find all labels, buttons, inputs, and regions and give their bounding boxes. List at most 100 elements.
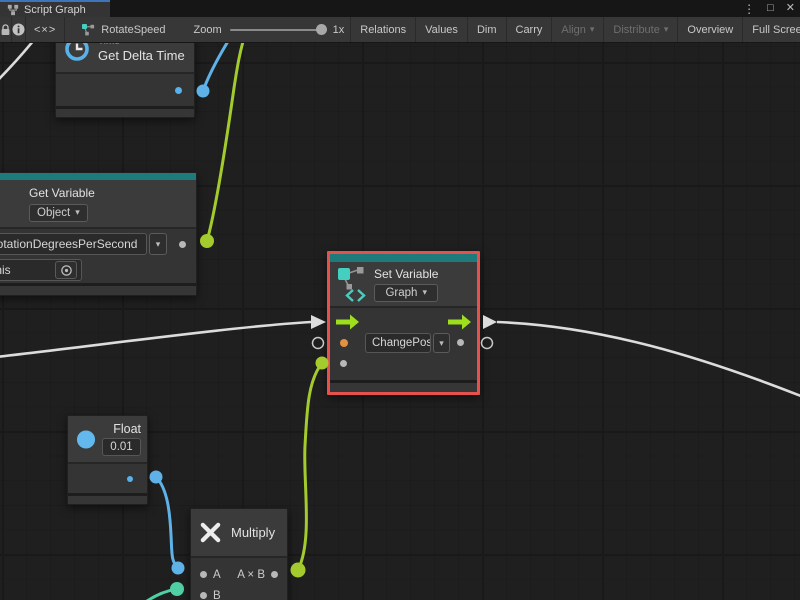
float-value: 0.01 — [110, 441, 132, 453]
node-footer — [56, 106, 194, 117]
target-object-field[interactable]: This — [0, 259, 82, 281]
multiply-input-b-port[interactable] — [200, 592, 207, 599]
graph-window-icon — [7, 4, 19, 16]
float-output-port[interactable] — [127, 476, 133, 482]
node-title: Float — [113, 422, 141, 436]
node-footer — [68, 493, 147, 504]
edge-get-delta-time-up[interactable] — [203, 43, 230, 91]
tab-bar: Script Graph ⋮ □ ✕ — [0, 0, 800, 17]
set-variable-icon — [337, 266, 367, 302]
overview-button[interactable]: Overview — [677, 17, 742, 42]
variable-node-strip — [0, 173, 196, 180]
port-result-label: A × B — [237, 569, 265, 581]
chevron-down-icon: ▾ — [75, 208, 80, 217]
info-button[interactable] — [12, 17, 26, 42]
edge-endpoint-dot — [291, 563, 306, 578]
lock-button[interactable] — [0, 17, 12, 42]
port-a-label: A — [213, 569, 221, 581]
chevron-down-icon: ▾ — [422, 288, 427, 297]
overview-label: Overview — [687, 24, 733, 36]
carry-button[interactable]: Carry — [506, 17, 552, 42]
get-variable-output-port[interactable] — [179, 241, 186, 248]
edge-exec-offscreen-top-left[interactable] — [0, 43, 38, 82]
set-variable-fallback-port[interactable] — [340, 360, 347, 367]
align-button[interactable]: Align ▾ — [551, 17, 603, 42]
graph-canvas[interactable]: Time Get Delta Time Get Variable Object … — [0, 43, 800, 600]
align-dropdown-icon: ▾ — [590, 25, 595, 34]
edge-exec-out-of-set-variable[interactable] — [497, 322, 800, 398]
node-multiply[interactable]: Multiply A A × B B — [190, 508, 288, 600]
edge-float-to-multiply-a[interactable] — [156, 477, 178, 568]
graph-reference-button[interactable]: RotateSpeed — [65, 17, 173, 42]
variable-scope-dropdown[interactable]: Object ▾ — [29, 204, 88, 222]
exec-arrowhead-out — [483, 315, 497, 329]
graph-reference-icon — [81, 23, 95, 36]
fullscreen-label: Full Screen — [752, 24, 800, 36]
set-variable-output-port[interactable] — [457, 339, 464, 346]
info-icon — [12, 23, 25, 36]
carry-label: Carry — [516, 24, 543, 36]
float-icon — [76, 429, 96, 450]
distribute-button[interactable]: Distribute ▾ — [603, 17, 677, 42]
close-icon[interactable]: ✕ — [786, 3, 795, 14]
edge-endpoint-dot — [172, 562, 185, 575]
multiply-input-a-port[interactable] — [200, 571, 207, 578]
edge-endpoint-dot — [170, 582, 184, 596]
edge-get-variable-up[interactable] — [207, 43, 244, 241]
multiply-icon — [199, 521, 222, 544]
distribute-label: Distribute — [613, 24, 659, 36]
edge-exec-into-set-variable[interactable] — [0, 322, 311, 357]
maximize-icon[interactable]: □ — [767, 3, 774, 14]
clock-icon — [64, 43, 90, 62]
unconnected-port-ring-left[interactable] — [313, 338, 324, 349]
values-label: Values — [425, 24, 458, 36]
zoom-slider-handle[interactable] — [316, 24, 327, 35]
variable-name-dropdown[interactable]: RotationDegreesPerSecond — [0, 233, 147, 255]
zoom-label: Zoom — [194, 24, 222, 36]
edge-bottom-to-multiply-b[interactable] — [144, 589, 177, 600]
zoom-value: 1x — [333, 24, 345, 36]
delta-time-output-port[interactable] — [175, 87, 182, 94]
node-get-delta-time[interactable]: Time Get Delta Time — [55, 43, 195, 118]
tab-script-graph[interactable]: Script Graph — [0, 0, 110, 17]
window-controls: ⋮ □ ✕ — [743, 0, 795, 17]
variable-node-strip — [330, 254, 477, 262]
zoom-slider[interactable] — [230, 29, 325, 31]
object-picker-button[interactable] — [55, 261, 77, 279]
values-button[interactable]: Values — [415, 17, 467, 42]
graph-reference-label: RotateSpeed — [101, 24, 165, 36]
unconnected-port-ring-right[interactable] — [482, 338, 493, 349]
node-title: Set Variable — [374, 267, 438, 281]
lock-icon — [0, 24, 11, 36]
align-label: Align — [561, 24, 585, 36]
relations-label: Relations — [360, 24, 406, 36]
code-view-button[interactable]: <×> — [26, 17, 65, 42]
set-variable-value-input-port[interactable] — [340, 339, 348, 347]
variable-name-arrow-button[interactable]: ▾ — [433, 333, 450, 353]
code-view-icon: <×> — [34, 24, 56, 36]
node-title: Multiply — [231, 525, 275, 540]
variable-scope-dropdown[interactable]: Graph ▾ — [374, 284, 438, 302]
zoom-control: Zoom 1x — [188, 17, 351, 42]
variable-name-arrow-button[interactable]: ▾ — [149, 233, 167, 255]
target-value: This — [0, 263, 11, 277]
relations-button[interactable]: Relations — [350, 17, 415, 42]
scope-value: Graph — [385, 287, 417, 299]
distribute-dropdown-icon: ▾ — [664, 25, 669, 34]
edge-multiply-to-set-variable[interactable] — [298, 363, 322, 570]
node-get-variable[interactable]: Get Variable Object ▾ RotationDegreesPer… — [0, 172, 197, 296]
variable-name-dropdown[interactable]: ChangePos — [365, 333, 431, 353]
node-set-variable-selected[interactable]: Set Variable Graph ▾ ChangePos ▾ — [327, 251, 480, 395]
window-menu-icon[interactable]: ⋮ — [743, 3, 755, 15]
float-value-input[interactable]: 0.01 — [102, 438, 141, 456]
node-footer — [330, 380, 477, 392]
node-title: Get Variable — [29, 186, 95, 200]
dim-button[interactable]: Dim — [467, 17, 506, 42]
multiply-result-port[interactable] — [271, 571, 278, 578]
variable-name-value: ChangePos — [372, 337, 431, 349]
node-float[interactable]: Float 0.01 — [67, 415, 148, 505]
chevron-down-icon: ▾ — [439, 339, 444, 348]
fullscreen-button[interactable]: Full Screen — [742, 17, 800, 42]
port-b-label: B — [213, 590, 221, 600]
node-footer — [0, 283, 196, 295]
